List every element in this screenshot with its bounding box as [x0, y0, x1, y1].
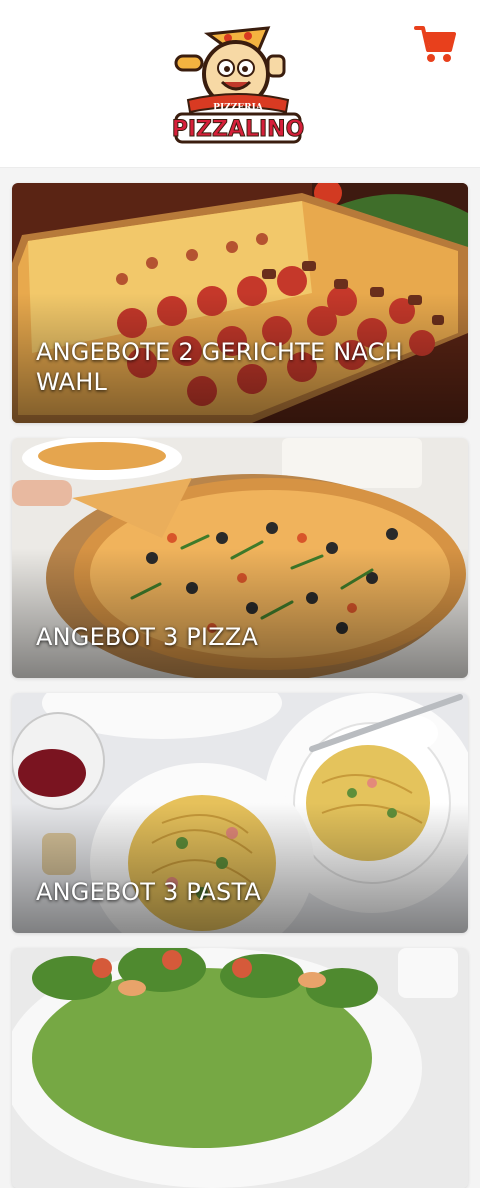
offers-list: ANGEBOTE 2 GERICHTE NACH WAHL ANGEBOT 3 … — [0, 168, 480, 1188]
logo-main-text: PIZZALINO — [172, 117, 305, 142]
pizzalino-logo[interactable]: PIZZERIA PIZZALINO — [168, 22, 308, 146]
offer-card-three-pasta[interactable]: ANGEBOT 3 PASTA — [12, 693, 468, 933]
offer-card-two-dishes[interactable]: ANGEBOTE 2 GERICHTE NACH WAHL — [12, 183, 468, 423]
card-title-shade — [12, 803, 468, 933]
offer-card-salad[interactable] — [12, 948, 468, 1188]
offer-card-three-pizza[interactable]: ANGEBOT 3 PIZZA — [12, 438, 468, 678]
logo-top-text: PIZZERIA — [213, 103, 264, 113]
card-title-shade — [12, 548, 468, 678]
offer-title: ANGEBOT 3 PIZZA — [36, 623, 259, 651]
offer-title: ANGEBOT 3 PASTA — [36, 878, 262, 906]
offer-title: ANGEBOTE 2 GERICHTE NACH WAHL — [36, 338, 403, 396]
shopping-cart-icon[interactable] — [414, 24, 456, 64]
app-header: PIZZERIA PIZZALINO — [0, 0, 480, 168]
salad-image — [12, 948, 468, 1188]
